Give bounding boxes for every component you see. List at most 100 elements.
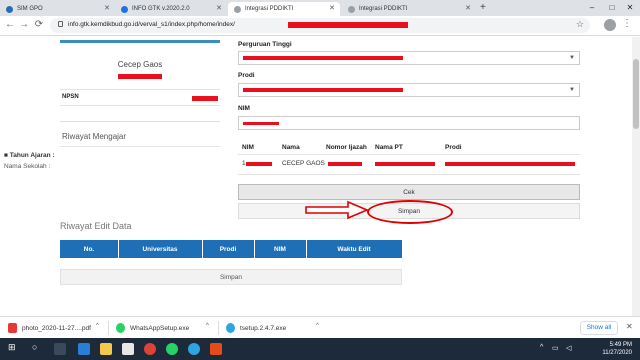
riwayat-mengajar-card: Riwayat Mengajar <box>60 121 220 211</box>
telegram-icon[interactable] <box>188 343 200 355</box>
divider <box>60 105 220 106</box>
task-view-icon[interactable] <box>54 343 66 355</box>
tahun-ajaran-label: ■ Tahun Ajaran : <box>4 152 55 159</box>
globe-icon <box>234 5 241 13</box>
maximize-icon[interactable]: □ <box>602 0 622 16</box>
col-header-waktu-edit: Waktu Edit <box>337 246 371 253</box>
npsn-label: NPSN <box>62 94 79 100</box>
col-header-no: No. <box>83 246 95 253</box>
clock-time: 5:49 PM <box>609 342 632 348</box>
url-redaction <box>288 22 408 28</box>
more-menu-icon[interactable]: ⋮ <box>622 18 632 29</box>
close-icon[interactable]: ✕ <box>465 4 471 12</box>
col-header-prodi: Prodi <box>219 246 237 253</box>
windows-start-icon[interactable]: ⊞ <box>8 342 16 353</box>
url-text: info.gtk.kemdikbud.go.id/verval_s1/index… <box>68 21 235 28</box>
chevron-up-icon[interactable]: ^ <box>316 323 319 329</box>
chrome-icon[interactable] <box>144 343 156 355</box>
whatsapp-icon[interactable] <box>166 343 178 355</box>
download-item-whatsapp[interactable]: WhatsAppSetup.exe <box>116 321 189 335</box>
nim-input[interactable] <box>238 116 580 130</box>
nim-cell-redaction <box>246 162 272 166</box>
tab-label: Integrasi PDDIKTI <box>245 6 294 12</box>
whatsapp-icon <box>116 323 125 333</box>
download-item-pdf[interactable]: photo_2020-11-27....pdf <box>8 321 91 335</box>
perguruan-tinggi-label: Perguruan Tinggi <box>238 41 292 48</box>
edge-icon[interactable] <box>78 343 90 355</box>
new-tab-button[interactable]: + <box>480 2 486 13</box>
annotation-highlight-ellipse <box>367 200 453 224</box>
tahun-ajaran-text: Tahun Ajaran : <box>9 152 55 159</box>
nim-label: NIM <box>238 105 250 112</box>
divider <box>108 321 109 335</box>
tab-integrasi-pddikti[interactable]: Integrasi PDDIKTI ✕ <box>342 2 476 16</box>
close-icon[interactable]: ✕ <box>216 4 222 12</box>
bookmark-star-icon[interactable]: ☆ <box>576 19 584 30</box>
nim-redaction <box>243 122 279 125</box>
close-icon[interactable]: ✕ <box>104 4 110 12</box>
col-header-nomor-ijazah: Nomor Ijazah <box>326 144 367 151</box>
simpan-riwayat-button[interactable]: Simpan <box>60 269 402 285</box>
windows-taskbar: ⊞ ○ ^ ▭ ◁ 5:49 PM 11/27/2020 <box>0 338 640 360</box>
minimize-icon[interactable]: – <box>582 0 602 16</box>
close-window-icon[interactable]: ✕ <box>620 0 640 16</box>
prodi-redaction <box>243 88 403 92</box>
tab-label: SIM GPO <box>17 6 43 12</box>
perguruan-tinggi-select[interactable]: ▼ <box>238 51 580 65</box>
scrollbar[interactable] <box>632 37 640 316</box>
tab-info-gtk[interactable]: INFO GTK v.2020.2.0 ✕ <box>115 2 227 16</box>
chevron-up-icon[interactable]: ^ <box>96 323 99 329</box>
divider <box>238 174 580 175</box>
back-icon[interactable]: ← <box>4 19 16 30</box>
close-icon[interactable]: ✕ <box>626 322 633 331</box>
riwayat-edit-title: Riwayat Edit Data <box>60 221 132 231</box>
search-icon[interactable]: ○ <box>32 342 37 352</box>
lock-icon <box>58 21 63 27</box>
forward-icon[interactable]: → <box>18 19 30 30</box>
prodi-select[interactable]: ▼ <box>238 83 580 97</box>
col-header-prodi: Prodi <box>445 144 462 151</box>
chevron-down-icon: ▼ <box>569 87 575 93</box>
reload-icon[interactable]: ⟳ <box>33 19 45 30</box>
scrollbar-thumb[interactable] <box>633 59 639 129</box>
telegram-icon <box>226 323 235 333</box>
profile-id-redaction <box>118 74 162 79</box>
tray-up-icon[interactable]: ^ <box>540 344 543 351</box>
store-icon[interactable] <box>122 343 134 355</box>
office-icon[interactable] <box>210 343 222 355</box>
divider <box>218 321 219 335</box>
tab-label: INFO GTK v.2020.2.0 <box>132 6 190 12</box>
download-item-tsetup[interactable]: tsetup.2.4.7.exe <box>226 321 286 335</box>
tab-integrasi-pddikti-active[interactable]: Integrasi PDDIKTI ✕ <box>228 2 340 16</box>
chevron-up-icon[interactable]: ^ <box>206 323 209 329</box>
result-table: NIM Nama Nomor Ijazah Nama PT Prodi 1 CE… <box>238 140 580 178</box>
clock[interactable]: 5:49 PM 11/27/2020 <box>602 341 632 357</box>
divider <box>238 154 580 155</box>
profile-avatar[interactable] <box>604 19 616 31</box>
nama-pt-redaction <box>375 162 435 166</box>
volume-icon[interactable]: ◁ <box>566 344 571 352</box>
col-header-nim: NIM <box>274 246 286 253</box>
annotation-arrow-icon <box>305 200 370 220</box>
tab-label: Integrasi PDDIKTI <box>359 6 408 12</box>
npsn-redaction <box>192 96 218 101</box>
divider <box>60 146 220 147</box>
close-icon[interactable]: ✕ <box>329 4 335 12</box>
browser-toolbar: ← → ⟳ info.gtk.kemdikbud.go.id/verval_s1… <box>0 16 640 36</box>
file-explorer-icon[interactable] <box>100 343 112 355</box>
cell-nama: CECEP GAOS <box>282 160 325 167</box>
col-header-nama: Nama <box>282 144 300 151</box>
ijazah-redaction <box>328 162 362 166</box>
prodi-cell-redaction <box>445 162 575 166</box>
cek-button[interactable]: Cek <box>238 184 580 200</box>
col-header-universitas: Universitas <box>142 246 178 253</box>
profile-name: Cecep Gaos <box>117 60 163 69</box>
tab-sim-gpo[interactable]: SIM GPO ✕ <box>0 2 115 16</box>
riwayat-edit-table-header: No. Universitas Prodi NIM Waktu Edit <box>60 240 402 258</box>
address-bar[interactable]: info.gtk.kemdikbud.go.id/verval_s1/index… <box>50 18 590 33</box>
network-icon[interactable]: ▭ <box>552 344 559 352</box>
download-bar: photo_2020-11-27....pdf ^ WhatsAppSetup.… <box>0 316 640 338</box>
show-all-button[interactable]: Show all <box>580 321 618 335</box>
nama-sekolah-label: Nama Sekolah : <box>4 163 51 170</box>
prodi-label: Prodi <box>238 72 255 79</box>
